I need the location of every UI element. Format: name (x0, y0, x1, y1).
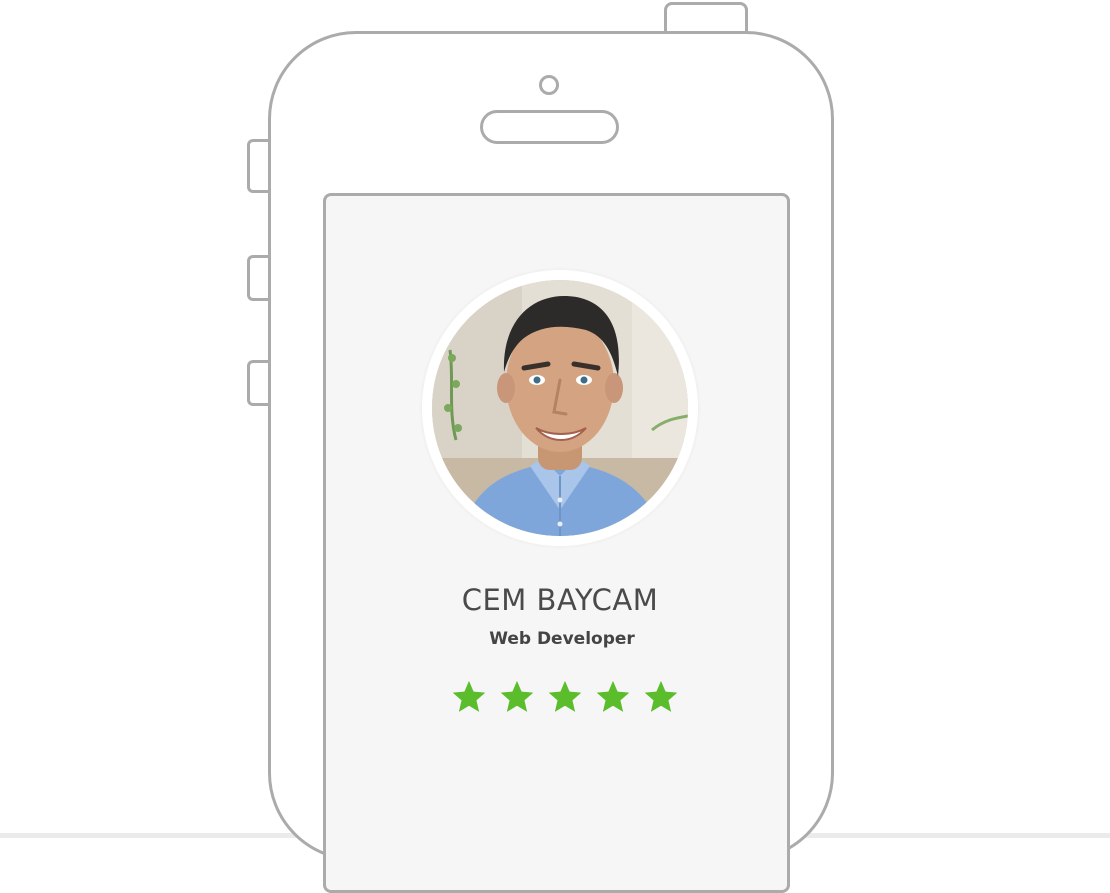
star-icon (452, 680, 486, 712)
avatar (432, 280, 688, 536)
star-icon (596, 680, 630, 712)
star-icon (500, 680, 534, 712)
star-icon (548, 680, 582, 712)
profile-name: CEM BAYCAM (461, 583, 659, 617)
user-photo-icon (432, 280, 688, 536)
front-camera-icon (539, 75, 559, 95)
star-rating (450, 675, 680, 719)
phone-earpiece (480, 110, 619, 144)
star-icon (644, 680, 678, 712)
phone-power-button (664, 2, 748, 34)
profile-role: Web Developer (489, 629, 635, 649)
